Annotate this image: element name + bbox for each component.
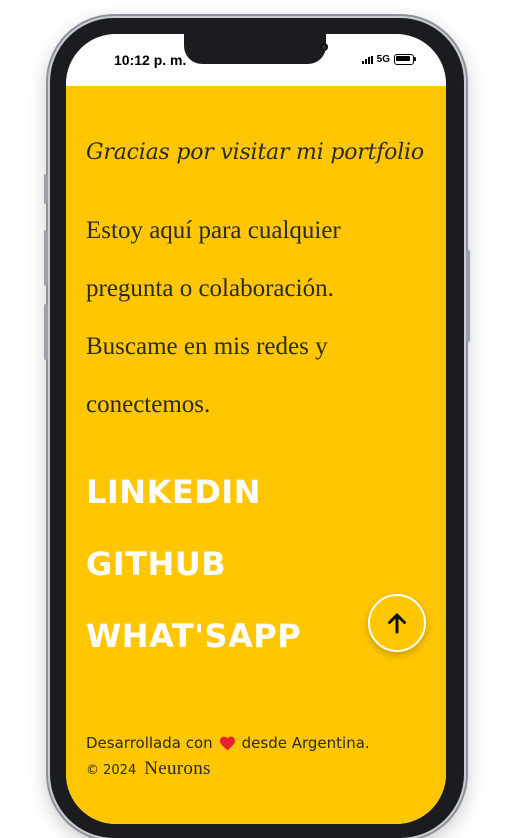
front-camera bbox=[320, 43, 328, 51]
signal-icon bbox=[361, 55, 373, 64]
battery-icon bbox=[394, 54, 416, 65]
footer-credit: Desarrollada con desde Argentina. bbox=[86, 734, 370, 752]
power-button bbox=[466, 250, 470, 342]
linkedin-link[interactable]: LINKEDIN bbox=[86, 456, 301, 528]
notch bbox=[184, 34, 328, 64]
contact-section: Gracias por visitar mi portfolio Estoy a… bbox=[66, 86, 446, 824]
mute-switch bbox=[44, 174, 48, 204]
status-icons: 5G bbox=[361, 54, 416, 65]
footer-copyright: © 2024 Neurons bbox=[86, 758, 211, 780]
status-time: 10:12 p. m. bbox=[114, 52, 187, 68]
thanks-heading: Gracias por visitar mi portfolio bbox=[86, 140, 424, 165]
contact-description: Estoy aquí para cualquier pregunta o col… bbox=[86, 217, 341, 418]
network-label: 5G bbox=[376, 54, 390, 65]
github-link[interactable]: GITHUB bbox=[86, 528, 301, 600]
arrow-up-icon bbox=[388, 613, 406, 634]
volume-up-button bbox=[44, 230, 48, 286]
volume-down-button bbox=[44, 304, 48, 360]
status-bar: 10:12 p. m. 5G bbox=[66, 34, 446, 86]
copyright-text: © 2024 bbox=[86, 763, 137, 778]
heart-icon bbox=[219, 736, 235, 750]
footer-from: desde Argentina. bbox=[241, 734, 370, 752]
social-links: LINKEDIN GITHUB WHAT'SAPP bbox=[86, 456, 301, 672]
phone-frame: 10:12 p. m. 5G Gracias por visitar mi po… bbox=[44, 18, 470, 838]
screen: 10:12 p. m. 5G Gracias por visitar mi po… bbox=[66, 34, 446, 824]
whatsapp-link[interactable]: WHAT'SAPP bbox=[86, 600, 301, 672]
scroll-to-top-button[interactable] bbox=[368, 594, 426, 652]
footer-made-with: Desarrollada con bbox=[86, 734, 213, 752]
brand-name: Neurons bbox=[144, 758, 211, 779]
